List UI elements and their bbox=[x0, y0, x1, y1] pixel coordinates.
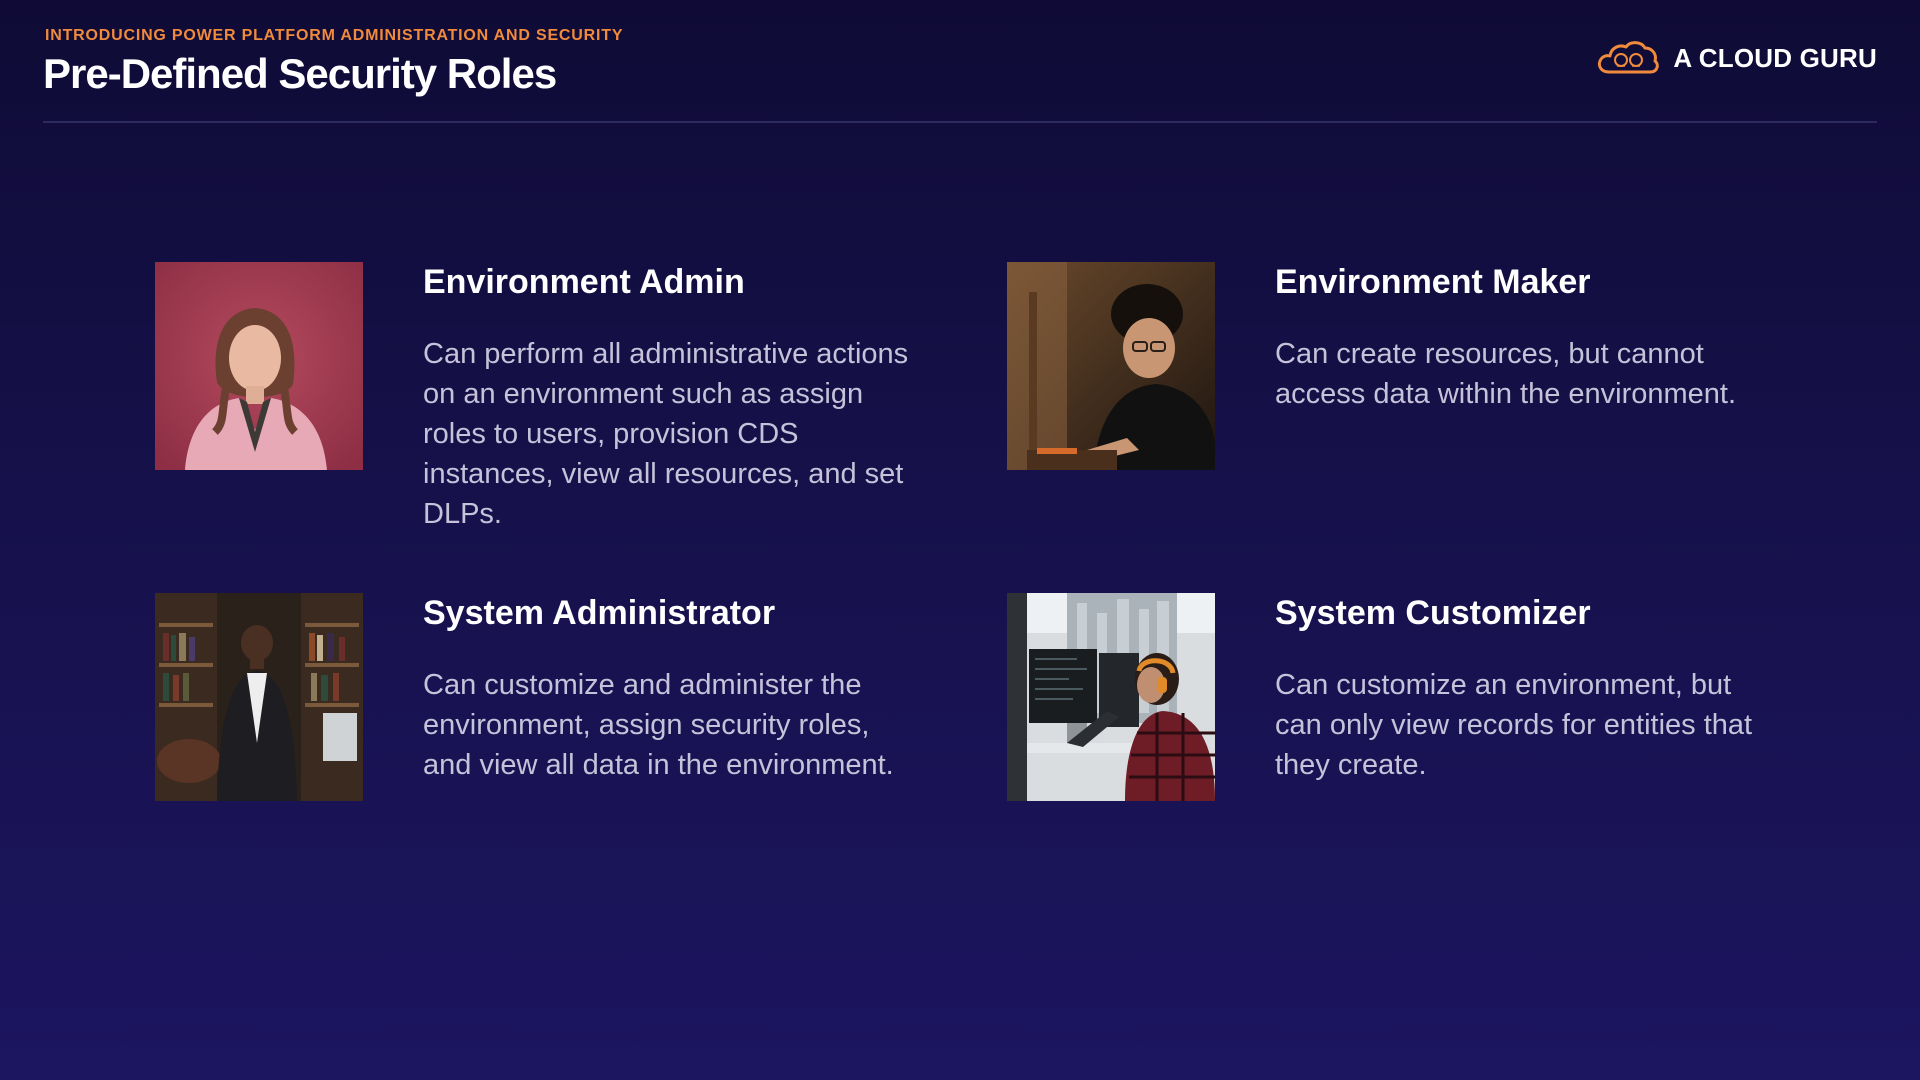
course-eyebrow: INTRODUCING POWER PLATFORM ADMINISTRATIO… bbox=[45, 27, 624, 44]
role-photo bbox=[1007, 593, 1215, 801]
role-description: Can customize and administer the environ… bbox=[423, 669, 894, 781]
role-photo bbox=[1007, 262, 1215, 470]
role-title: System Customizer bbox=[1275, 594, 1591, 632]
page-title: Pre-Defined Security Roles bbox=[43, 50, 557, 97]
role-title: System Administrator bbox=[423, 594, 776, 632]
woman-in-suit-library-image bbox=[155, 593, 363, 801]
woman-with-headphones-at-monitors-image bbox=[1007, 593, 1215, 801]
role-description: Can customize an environment, but can on… bbox=[1275, 669, 1753, 781]
portrait-woman-pink-blazer-image bbox=[155, 262, 363, 470]
role-photo bbox=[155, 262, 363, 470]
role-card-system-administrator: System Administrator Can customize and a… bbox=[155, 593, 1005, 893]
man-working-at-desk-image bbox=[1007, 262, 1215, 470]
cloud-logo-icon bbox=[1598, 41, 1660, 74]
role-photo bbox=[155, 593, 363, 801]
role-description: Can perform all administrative actions o… bbox=[423, 338, 909, 530]
role-title: Environment Maker bbox=[1275, 263, 1591, 301]
brand-name: A CLOUD GURU bbox=[1673, 42, 1877, 73]
role-description: Can create resources, but cannot access … bbox=[1275, 338, 1737, 410]
role-card-system-customizer: System Customizer Can customize an envir… bbox=[1007, 593, 1857, 893]
role-card-environment-admin: Environment Admin Can perform all admini… bbox=[155, 262, 1005, 562]
role-title: Environment Admin bbox=[423, 263, 745, 301]
brand: A CLOUD GURU bbox=[1595, 38, 1877, 78]
role-card-environment-maker: Environment Maker Can create resources, … bbox=[1007, 262, 1857, 562]
